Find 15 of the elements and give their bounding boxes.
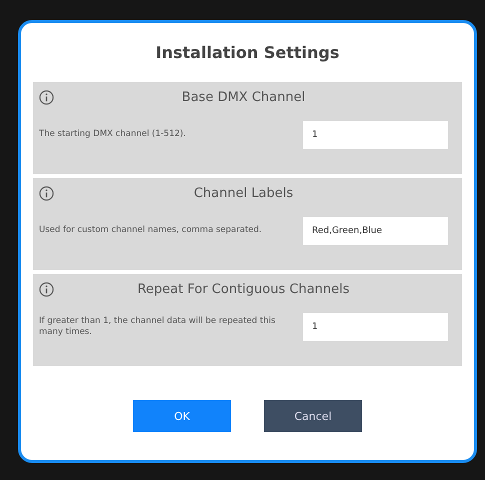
info-icon[interactable] bbox=[39, 282, 54, 296]
input-field[interactable]: Red,Green,Blue bbox=[303, 217, 448, 245]
input-field[interactable]: 1 bbox=[303, 121, 448, 149]
setting-title: Repeat For Contiguous Channels bbox=[136, 282, 351, 296]
setting-description: If greater than 1, the channel data will be repeated this many times. bbox=[39, 316, 276, 338]
setting-description: The starting DMX channel (1-512). bbox=[39, 129, 186, 141]
ok-button[interactable]: OK bbox=[133, 400, 231, 432]
info-icon[interactable] bbox=[39, 90, 54, 104]
setting-title: Base DMX Channel bbox=[180, 90, 306, 104]
info-icon[interactable] bbox=[39, 186, 54, 200]
cancel-button[interactable]: Cancel bbox=[264, 400, 362, 432]
input-field[interactable]: 1 bbox=[303, 313, 448, 341]
dialog-title: Installation Settings bbox=[154, 43, 340, 62]
setting-title: Channel Labels bbox=[192, 186, 294, 200]
setting-description: Used for custom channel names, comma separated. bbox=[39, 225, 262, 237]
